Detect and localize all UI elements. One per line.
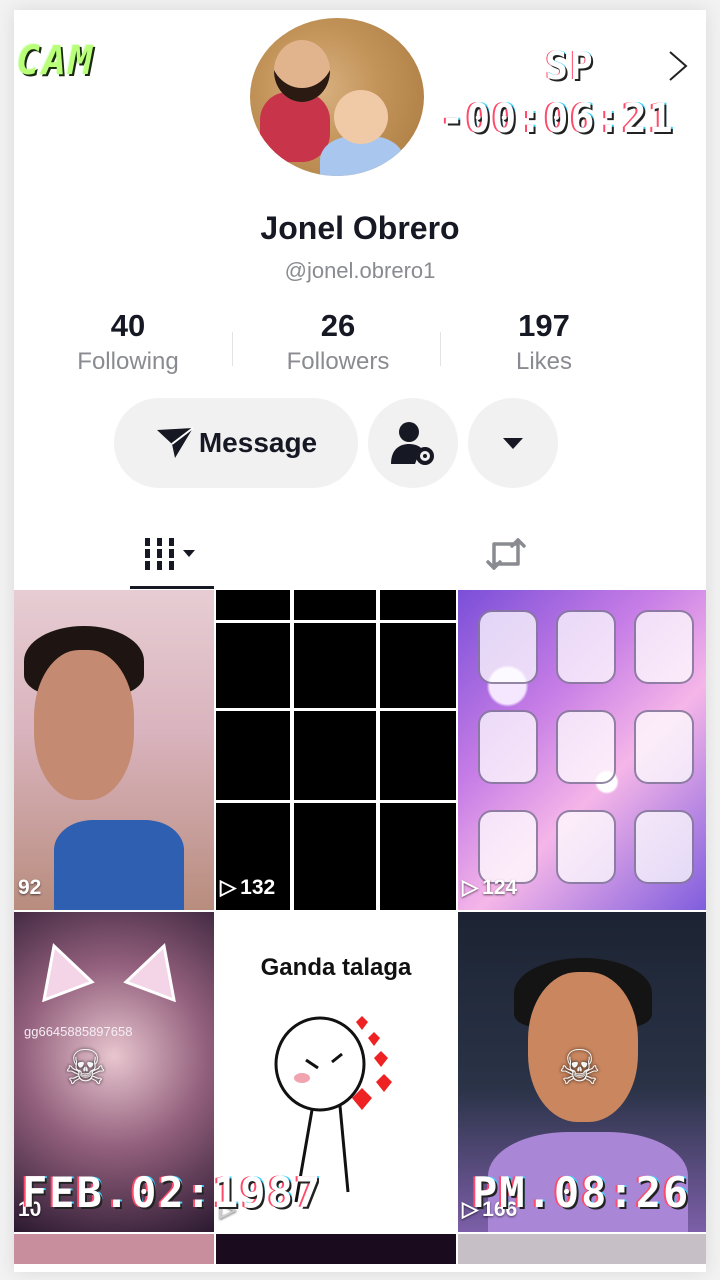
stat-followers[interactable]: 26 Followers bbox=[248, 308, 428, 376]
add-friend-button[interactable] bbox=[368, 398, 458, 488]
stat-divider bbox=[232, 332, 233, 366]
vhs-cam-label: CAM bbox=[16, 38, 95, 84]
video-thumbnail[interactable]: 92 bbox=[14, 590, 214, 910]
skull-icon: ☠ bbox=[64, 1042, 108, 1095]
vhs-timer: -00:06:21 bbox=[440, 96, 675, 142]
profile-name: Jonel Obrero bbox=[260, 210, 460, 246]
stat-followers-value: 26 bbox=[320, 308, 356, 343]
stat-followers-label: Followers bbox=[286, 348, 390, 375]
stat-likes-label: Likes bbox=[515, 348, 573, 375]
view-count: ▷ 132 bbox=[220, 875, 276, 900]
play-icon: ▷ bbox=[462, 876, 479, 899]
view-count: ▷ 124 bbox=[462, 875, 518, 900]
stat-following-label: Following bbox=[77, 348, 179, 375]
active-tab-indicator bbox=[130, 586, 214, 589]
tab-videos[interactable] bbox=[130, 522, 214, 586]
vhs-date: FEB.02:1987 bbox=[22, 1168, 323, 1217]
video-thumbnail[interactable] bbox=[458, 1234, 706, 1264]
play-icon: ▷ bbox=[220, 876, 237, 899]
message-button[interactable]: Message bbox=[114, 398, 358, 488]
add-friend-icon bbox=[389, 420, 437, 466]
stat-following[interactable]: 40 Following bbox=[38, 308, 218, 376]
stat-likes-value: 197 bbox=[518, 308, 570, 343]
stat-divider bbox=[440, 332, 441, 366]
profile-handle: @jonel.obrero1 bbox=[284, 258, 436, 283]
view-count: 92 bbox=[18, 876, 42, 899]
video-thumbnail[interactable] bbox=[14, 1234, 214, 1264]
grid-icon bbox=[143, 536, 201, 572]
video-thumbnail[interactable] bbox=[216, 1234, 456, 1264]
video-thumbnail[interactable]: ▷ 124 bbox=[458, 590, 706, 910]
play-arrow-icon bbox=[666, 48, 690, 84]
video-thumbnail[interactable]: ▷ 132 bbox=[216, 590, 456, 910]
dropdown-icon bbox=[501, 435, 525, 451]
tab-reposts[interactable] bbox=[464, 522, 548, 586]
repost-icon bbox=[484, 534, 528, 574]
skull-icon: ☠ bbox=[558, 1042, 602, 1095]
more-dropdown-button[interactable] bbox=[468, 398, 558, 488]
stat-likes[interactable]: 197 Likes bbox=[454, 308, 634, 376]
vhs-clock: PM.08:26 bbox=[472, 1168, 691, 1217]
message-label: Message bbox=[198, 427, 318, 458]
stat-following-value: 40 bbox=[110, 308, 146, 343]
profile-avatar[interactable] bbox=[250, 18, 424, 176]
send-icon bbox=[155, 426, 195, 460]
video-caption: Ganda talaga bbox=[260, 954, 412, 981]
profile-screen: Jonel Obrero @jonel.obrero1 40 Following… bbox=[14, 10, 706, 1272]
vhs-sp-label: SP bbox=[545, 44, 595, 88]
overlay-text: gg6645885897658 bbox=[24, 1024, 133, 1039]
